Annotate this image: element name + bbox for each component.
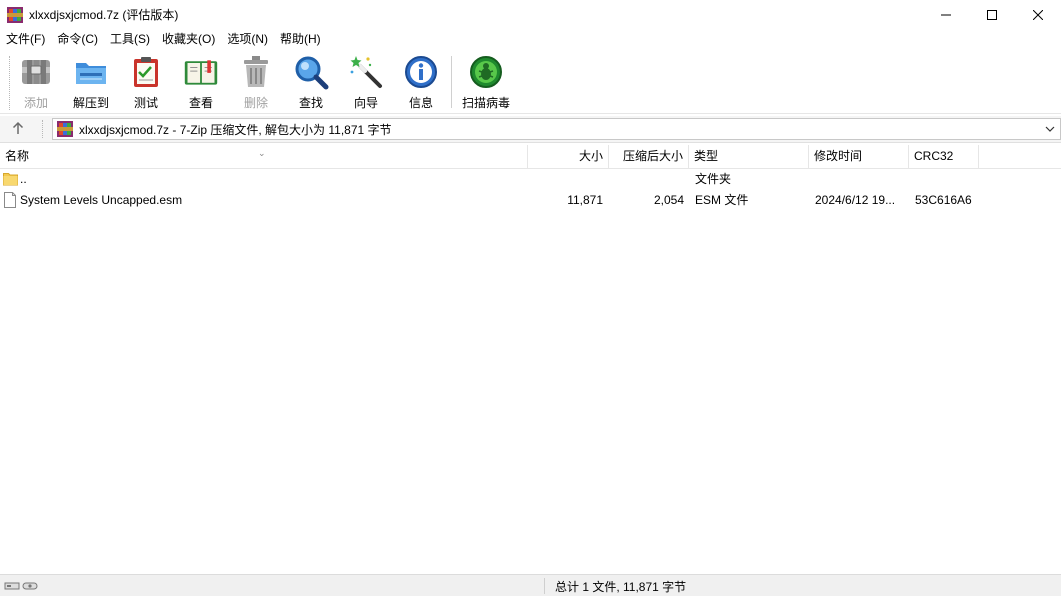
- toolbar-separator: [451, 56, 452, 108]
- virus-scan-button[interactable]: 扫描病毒: [460, 54, 512, 112]
- add-button[interactable]: 添加: [16, 54, 56, 112]
- close-icon: [1033, 9, 1043, 20]
- list-item[interactable]: .. 文件夹: [0, 169, 1061, 190]
- delete-trash-icon: [244, 56, 268, 87]
- test-clipboard-icon: [134, 57, 158, 87]
- folder-icon: [3, 173, 18, 186]
- maximize-button[interactable]: [969, 0, 1015, 29]
- column-header-size[interactable]: 大小: [528, 145, 609, 169]
- extract-to-button-label: 解压到: [72, 96, 109, 110]
- delete-button-label: 删除: [243, 96, 268, 110]
- wizard-button-label: 向导: [353, 96, 378, 110]
- minimize-button[interactable]: [923, 0, 969, 29]
- find-magnifier-icon: [295, 56, 329, 90]
- menu-commands[interactable]: 命令(C): [51, 29, 104, 49]
- info-button[interactable]: 信息: [402, 54, 440, 112]
- column-packed-label: 压缩后大小: [622, 149, 683, 163]
- address-grip[interactable]: [42, 120, 45, 138]
- extract-to-button[interactable]: 解压到: [69, 54, 113, 112]
- row-name: System Levels Uncapped.esm: [20, 193, 183, 207]
- address-dropdown-button[interactable]: [1044, 123, 1056, 138]
- row-packed: 2,054: [653, 193, 684, 207]
- menu-bar: 文件(F) 命令(C) 工具(S) 收藏夹(O) 选项(N) 帮助(H): [0, 29, 1061, 49]
- address-field[interactable]: xlxxdjsxjcmod.7z - 7-Zip 压缩文件, 解包大小为 11,…: [52, 118, 1061, 140]
- column-header-type[interactable]: 类型: [689, 145, 809, 169]
- column-header-modified[interactable]: 修改时间: [809, 145, 909, 169]
- wizard-wand-icon: [350, 56, 382, 88]
- address-text: xlxxdjsxjcmod.7z - 7-Zip 压缩文件, 解包大小为 11,…: [79, 122, 392, 137]
- winrar-app-icon: [7, 6, 23, 23]
- status-bar: 总计 1 文件, 11,871 字节: [0, 574, 1061, 596]
- find-button-label: 查找: [298, 96, 323, 110]
- column-crc-label: CRC32: [914, 149, 954, 163]
- menu-file[interactable]: 文件(F): [0, 29, 51, 49]
- menu-options[interactable]: 选项(N): [221, 29, 274, 49]
- view-button-label: 查看: [188, 96, 213, 110]
- column-size-label: 大小: [578, 149, 603, 163]
- view-button[interactable]: 查看: [180, 54, 222, 112]
- menu-help[interactable]: 帮助(H): [274, 29, 327, 49]
- toolbar-grip[interactable]: [9, 56, 12, 110]
- virus-scan-button-label: 扫描病毒: [461, 96, 510, 110]
- row-name: ..: [20, 172, 27, 186]
- delete-button[interactable]: 删除: [238, 54, 274, 112]
- drive-status-icon: [4, 582, 38, 590]
- minimize-icon: [941, 14, 951, 15]
- virus-scan-icon: [470, 56, 502, 88]
- row-crc: 53C616A6: [915, 193, 972, 207]
- list-item[interactable]: System Levels Uncapped.esm 11,871 2,054 …: [0, 190, 1061, 211]
- test-button[interactable]: 测试: [128, 54, 164, 112]
- extract-folder-icon: [76, 63, 106, 84]
- wizard-button[interactable]: 向导: [346, 54, 386, 112]
- add-archive-icon: [22, 60, 50, 84]
- list-header: 名称 ⌄ 大小 压缩后大小 类型 修改时间 CRC32: [0, 145, 1061, 169]
- row-type: 文件夹: [695, 172, 732, 186]
- row-size: 11,871: [567, 193, 603, 207]
- column-name-label: 名称: [5, 149, 30, 163]
- row-type: ESM 文件: [695, 193, 749, 207]
- sort-caret-icon: ⌄: [258, 148, 266, 158]
- test-button-label: 测试: [133, 96, 158, 110]
- column-type-label: 类型: [694, 149, 719, 163]
- address-row: xlxxdjsxjcmod.7z - 7-Zip 压缩文件, 解包大小为 11,…: [0, 116, 1061, 143]
- column-header-crc[interactable]: CRC32: [909, 145, 979, 169]
- status-divider: [544, 578, 545, 594]
- column-header-packed[interactable]: 压缩后大小: [609, 145, 689, 169]
- up-arrow-icon: [12, 121, 24, 134]
- maximize-icon: [987, 9, 997, 20]
- info-icon: [405, 56, 437, 88]
- file-icon: [4, 192, 16, 208]
- column-modified-label: 修改时间: [814, 149, 863, 163]
- row-modified: 2024/6/12 19...: [815, 193, 896, 207]
- archive-icon: [57, 121, 73, 137]
- info-button-label: 信息: [408, 96, 433, 110]
- view-book-icon: [184, 60, 218, 85]
- close-button[interactable]: [1015, 0, 1061, 29]
- title-bar: xlxxdjsxjcmod.7z (评估版本): [0, 0, 1061, 29]
- column-header-name[interactable]: 名称 ⌄: [0, 145, 528, 169]
- window-title: xlxxdjsxjcmod.7z (评估版本): [29, 8, 179, 22]
- add-button-label: 添加: [23, 96, 48, 110]
- menu-favorites[interactable]: 收藏夹(O): [156, 29, 221, 49]
- find-button[interactable]: 查找: [292, 54, 330, 112]
- menu-tools[interactable]: 工具(S): [104, 29, 156, 49]
- toolbar: 添加 解压到 测试 查看 删除 查找 向导 信息 扫描病毒: [0, 50, 1061, 114]
- status-text: 总计 1 文件, 11,871 字节: [555, 580, 687, 594]
- chevron-down-icon: [1045, 126, 1055, 132]
- up-folder-button[interactable]: [12, 121, 24, 138]
